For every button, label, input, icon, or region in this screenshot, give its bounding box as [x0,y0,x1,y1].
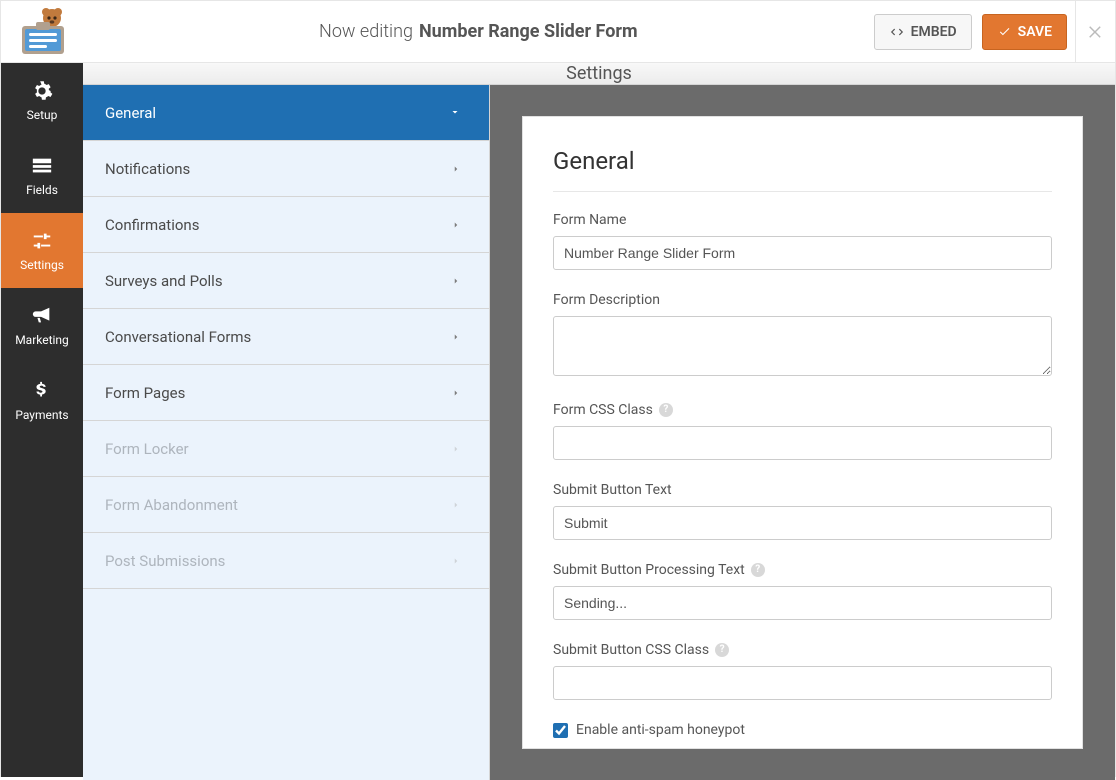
card-heading: General [553,147,1052,192]
topbar-actions: EMBED SAVE [874,14,1075,50]
help-icon[interactable]: ? [715,643,729,657]
topbar-title: Now editing Number Range Slider Form [83,21,874,42]
input-form-name[interactable] [553,236,1052,270]
bullhorn-icon [31,305,53,327]
sidebar-item-label: Form Abandonment [105,496,238,514]
editing-formname: Number Range Slider Form [419,21,638,42]
input-submit-text[interactable] [553,506,1052,540]
sliders-icon [31,230,53,252]
label-css-class: Form CSS Class? [553,402,1052,418]
save-button[interactable]: SAVE [982,14,1067,50]
chevron-down-icon [449,104,461,122]
save-label: SAVE [1018,24,1052,40]
close-icon [1087,23,1105,41]
nav-setup-label: Setup [27,108,58,122]
field-submit-processing: Submit Button Processing Text? [553,562,1052,620]
fields-icon [31,155,53,177]
sidebar-item-postsubmissions[interactable]: Post Submissions [83,533,489,589]
canvas: General Form Name Form Description Form … [490,85,1115,780]
nav-fields-label: Fields [26,183,58,197]
sidebar-item-label: Form Locker [105,440,189,458]
sidebar-item-label: Post Submissions [105,552,225,570]
checkbox-honeypot[interactable] [553,723,568,738]
chevron-right-icon [451,216,461,234]
nav-payments[interactable]: Payments [1,363,83,438]
nav-marketing[interactable]: Marketing [1,288,83,363]
wpforms-logo-icon [12,8,72,56]
chevron-right-icon [451,384,461,402]
left-nav: Setup Fields Settings Marketing Payments [1,63,83,777]
label-submit-css: Submit Button CSS Class? [553,642,1052,658]
editing-prefix: Now editing [319,21,413,42]
field-honeypot: Enable anti-spam honeypot [553,722,1052,738]
help-icon[interactable]: ? [751,563,765,577]
field-submit-text: Submit Button Text [553,482,1052,540]
check-icon [997,25,1012,38]
main: Setup Fields Settings Marketing Payments… [1,63,1115,777]
sidebar-item-label: Conversational Forms [105,328,251,346]
chevron-right-icon [451,440,461,458]
label-form-description: Form Description [553,292,1052,308]
nav-fields[interactable]: Fields [1,138,83,213]
nav-settings-label: Settings [20,258,64,272]
help-icon[interactable]: ? [659,403,673,417]
embed-label: EMBED [911,24,957,40]
sidebar-item-formlocker[interactable]: Form Locker [83,421,489,477]
panel-title: Settings [83,63,1115,85]
settings-sidebar: General Notifications Confirmations Surv… [83,85,490,780]
input-css-class[interactable] [553,426,1052,460]
chevron-right-icon [451,328,461,346]
nav-payments-label: Payments [15,408,68,422]
chevron-right-icon [451,496,461,514]
nav-marketing-label: Marketing [15,333,69,347]
field-form-description: Form Description [553,292,1052,380]
sidebar-item-label: General [105,104,156,122]
field-css-class: Form CSS Class? [553,402,1052,460]
sidebar-item-surveys[interactable]: Surveys and Polls [83,253,489,309]
sidebar-item-formpages[interactable]: Form Pages [83,365,489,421]
body: Settings General Notifications Confirmat… [83,63,1115,777]
nav-settings[interactable]: Settings [1,213,83,288]
embed-button[interactable]: EMBED [874,14,972,50]
label-submit-processing: Submit Button Processing Text? [553,562,1052,578]
chevron-right-icon [451,160,461,178]
sidebar-item-abandonment[interactable]: Form Abandonment [83,477,489,533]
sidebar-item-label: Surveys and Polls [105,272,223,290]
nav-setup[interactable]: Setup [1,63,83,138]
brand-logo [1,8,83,56]
field-submit-css: Submit Button CSS Class? [553,642,1052,700]
topbar: Now editing Number Range Slider Form EMB… [1,1,1115,63]
split: General Notifications Confirmations Surv… [83,85,1115,780]
chevron-right-icon [451,272,461,290]
input-submit-processing[interactable] [553,586,1052,620]
sidebar-item-confirmations[interactable]: Confirmations [83,197,489,253]
label-honeypot: Enable anti-spam honeypot [576,722,745,738]
sidebar-item-general[interactable]: General [83,85,489,141]
field-form-name: Form Name [553,212,1052,270]
label-form-name: Form Name [553,212,1052,228]
sidebar-item-label: Form Pages [105,384,185,402]
sidebar-item-label: Confirmations [105,216,199,234]
input-submit-css[interactable] [553,666,1052,700]
close-button[interactable] [1075,1,1115,63]
input-form-description[interactable] [553,316,1052,376]
dollar-icon [31,380,53,402]
chevron-right-icon [451,552,461,570]
label-submit-text: Submit Button Text [553,482,1052,498]
general-settings-card: General Form Name Form Description Form … [522,116,1083,749]
sidebar-item-notifications[interactable]: Notifications [83,141,489,197]
sidebar-item-conversational[interactable]: Conversational Forms [83,309,489,365]
sidebar-item-label: Notifications [105,160,190,178]
code-icon [889,25,905,39]
gear-icon [31,80,53,102]
